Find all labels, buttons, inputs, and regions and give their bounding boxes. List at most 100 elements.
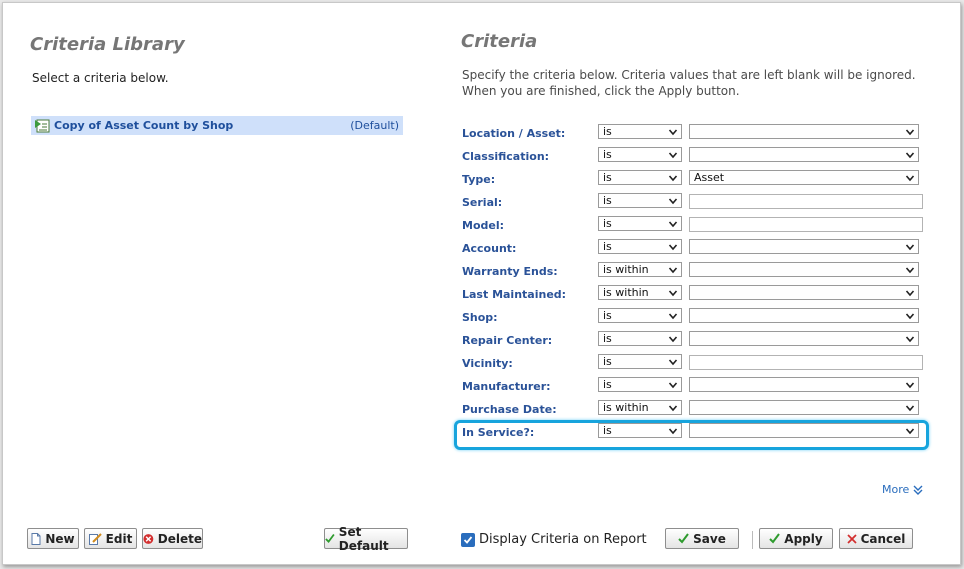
display-criteria-checkbox-wrap[interactable]: Display Criteria on Report xyxy=(461,532,647,547)
cancel-button[interactable]: Cancel xyxy=(839,528,913,549)
close-icon xyxy=(846,533,857,544)
more-label: More xyxy=(882,483,910,496)
criteria-label: Manufacturer: xyxy=(462,380,551,393)
criteria-value-select[interactable] xyxy=(689,331,919,346)
criteria-value-input[interactable] xyxy=(689,355,923,370)
new-document-icon xyxy=(31,532,41,545)
criteria-label: Classification: xyxy=(462,150,550,163)
delete-icon xyxy=(143,533,154,544)
criteria-operator-text: is xyxy=(603,148,612,161)
edit-icon xyxy=(88,532,102,545)
criteria-operator-select[interactable]: is xyxy=(598,308,682,323)
chevron-down-icon xyxy=(668,336,678,343)
chevron-down-icon xyxy=(905,152,915,159)
criteria-library-title: Criteria Library xyxy=(30,34,185,55)
criteria-label: Model: xyxy=(462,219,505,232)
criteria-value-input[interactable] xyxy=(689,194,923,209)
edit-button[interactable]: Edit xyxy=(84,528,137,549)
criteria-label: Shop: xyxy=(462,311,498,324)
criteria-operator-select[interactable]: is xyxy=(598,170,682,185)
criteria-operator-select[interactable]: is xyxy=(598,124,682,139)
criteria-operator-text: is within xyxy=(603,286,649,299)
chevron-down-icon xyxy=(905,313,915,320)
criteria-operator-select[interactable]: is within xyxy=(598,400,682,415)
criteria-operator-text: is xyxy=(603,309,612,322)
criteria-label: Location / Asset: xyxy=(462,127,566,140)
criteria-value-select[interactable] xyxy=(689,308,919,323)
new-button[interactable]: New xyxy=(27,528,79,549)
criteria-operator-text: is xyxy=(603,378,612,391)
criteria-operator-select[interactable]: is xyxy=(598,331,682,346)
save-button[interactable]: Save xyxy=(665,528,739,549)
criteria-value-text: Asset xyxy=(694,171,725,184)
chevron-down-icon xyxy=(668,152,678,159)
chevron-down-icon xyxy=(668,359,678,366)
double-chevron-down-icon xyxy=(913,485,923,495)
chevron-down-icon xyxy=(905,290,915,297)
chevron-down-icon xyxy=(668,290,678,297)
criteria-operator-select[interactable]: is within xyxy=(598,262,682,277)
edit-button-label: Edit xyxy=(105,531,133,546)
criteria-label: Vicinity: xyxy=(462,357,513,370)
criteria-operator-text: is xyxy=(603,171,612,184)
delete-button[interactable]: Delete xyxy=(142,528,203,549)
checkmark-icon xyxy=(463,535,473,544)
criteria-operator-text: is xyxy=(603,240,612,253)
criteria-operator-select[interactable]: is xyxy=(598,193,682,208)
chevron-down-icon xyxy=(668,198,678,205)
criteria-label: Purchase Date: xyxy=(462,403,557,416)
criteria-label: Last Maintained: xyxy=(462,288,567,301)
chevron-down-icon xyxy=(668,267,678,274)
checkmark-icon xyxy=(325,533,335,543)
chevron-down-icon xyxy=(668,405,678,412)
criteria-value-select[interactable] xyxy=(689,262,919,277)
chevron-down-icon xyxy=(905,267,915,274)
criteria-operator-select[interactable]: is xyxy=(598,216,682,231)
criteria-value-select[interactable] xyxy=(689,147,919,162)
chevron-down-icon xyxy=(905,175,915,182)
criteria-operator-select[interactable]: is within xyxy=(598,285,682,300)
criteria-dialog: Criteria Library Select a criteria below… xyxy=(2,2,961,565)
criteria-value-select[interactable] xyxy=(689,400,919,415)
criteria-operator-text: is within xyxy=(603,263,649,276)
checkmark-icon xyxy=(769,533,781,544)
set-default-button[interactable]: Set Default xyxy=(324,525,408,553)
chevron-down-icon xyxy=(668,221,678,228)
criteria-value-select[interactable] xyxy=(689,239,919,254)
criteria-label: Account: xyxy=(462,242,517,255)
criteria-operator-select[interactable]: is xyxy=(598,377,682,392)
criteria-value-select[interactable] xyxy=(689,377,919,392)
delete-button-label: Delete xyxy=(157,531,202,546)
criteria-operator-select[interactable]: is xyxy=(598,147,682,162)
chevron-down-icon xyxy=(905,129,915,136)
apply-button-label: Apply xyxy=(784,531,823,546)
criteria-label: Repair Center: xyxy=(462,334,553,347)
criteria-title: Criteria xyxy=(461,31,538,52)
display-criteria-checkbox[interactable] xyxy=(461,532,475,547)
more-link[interactable]: More xyxy=(882,483,924,496)
criteria-operator-select[interactable]: is xyxy=(598,354,682,369)
criteria-operator-select[interactable]: is xyxy=(598,239,682,254)
criteria-operator-text: is xyxy=(603,217,612,230)
criteria-value-select[interactable] xyxy=(689,285,919,300)
criteria-value-select[interactable] xyxy=(689,124,919,139)
criteria-operator-text: is within xyxy=(603,401,649,414)
button-divider xyxy=(752,531,753,549)
library-item-name: Copy of Asset Count by Shop xyxy=(54,119,234,132)
chevron-down-icon xyxy=(668,313,678,320)
chevron-down-icon xyxy=(668,382,678,389)
criteria-description: Specify the criteria below. Criteria val… xyxy=(462,68,916,98)
criteria-operator-text: is xyxy=(603,332,612,345)
chevron-down-icon xyxy=(905,405,915,412)
in-service-highlight xyxy=(454,420,929,450)
criteria-library-hint: Select a criteria below. xyxy=(32,71,169,85)
checkmark-icon xyxy=(678,533,689,544)
save-button-label: Save xyxy=(693,531,726,546)
criteria-value-input[interactable] xyxy=(689,217,923,232)
chevron-down-icon xyxy=(905,244,915,251)
criteria-operator-text: is xyxy=(603,194,612,207)
display-criteria-label: Display Criteria on Report xyxy=(479,532,647,547)
criteria-value-select[interactable]: Asset xyxy=(689,170,919,185)
library-item[interactable]: Copy of Asset Count by Shop (Default) xyxy=(31,116,403,135)
apply-button[interactable]: Apply xyxy=(759,528,833,549)
